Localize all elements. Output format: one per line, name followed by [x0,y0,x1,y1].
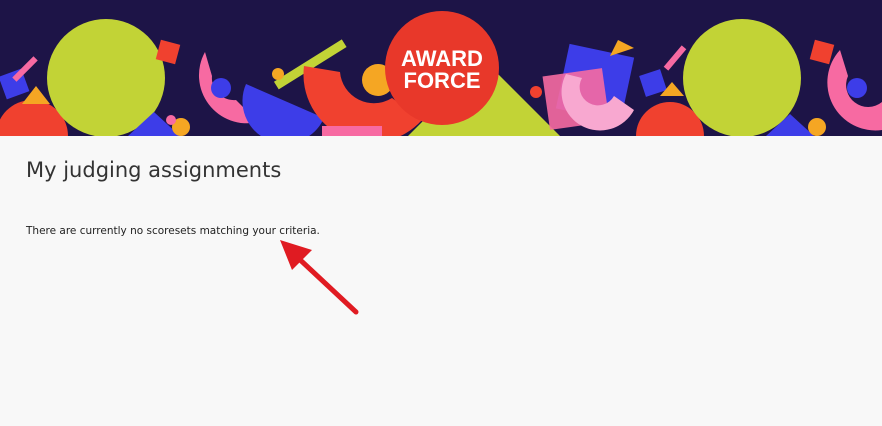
shape-pink-rect-center [322,126,382,136]
page: AWARD FORCE My judging assignments There… [0,0,882,426]
banner-artwork: AWARD FORCE [0,0,882,136]
shape-blue-dot-right [847,78,867,98]
page-title: My judging assignments [26,158,282,182]
logo-text-line2: FORCE [404,68,481,93]
header-banner: AWARD FORCE [0,0,882,136]
shape-pink-dot-left [166,115,176,125]
main-content: My judging assignments There are current… [0,136,882,426]
shape-orange-dot-center [272,68,284,80]
shape-orange-dot-right [808,118,826,136]
shape-blue-dot-left [211,78,231,98]
shape-lime-circle-right [683,19,801,136]
shape-red-dot-center [530,86,542,98]
empty-state-message: There are currently no scoresets matchin… [26,225,320,237]
